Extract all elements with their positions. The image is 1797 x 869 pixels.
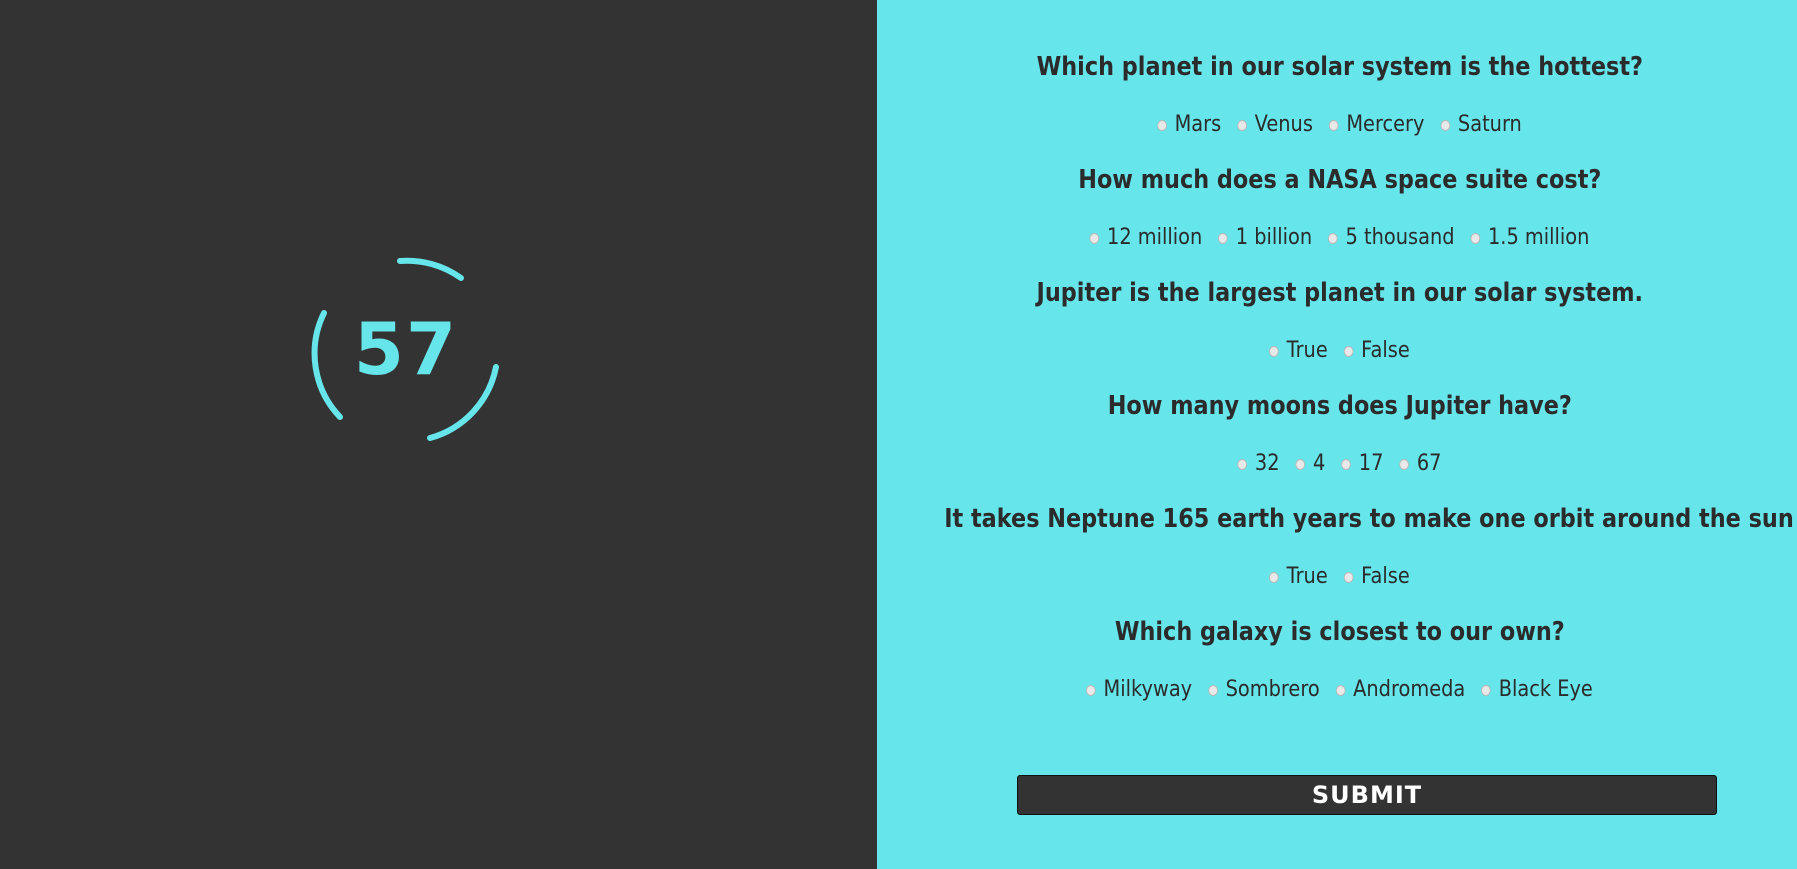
- option-label: Andromeda: [1353, 677, 1466, 702]
- option-label: True: [1286, 338, 1328, 363]
- radio-button[interactable]: [1327, 233, 1338, 244]
- radio-button[interactable]: [1218, 233, 1228, 244]
- option-label: 4: [1313, 451, 1326, 476]
- question-6: Which galaxy is closest to our own?: [1114, 617, 1565, 647]
- question-4: How many moons does Jupiter have?: [1107, 391, 1572, 421]
- option-label: 5 thousand: [1345, 225, 1455, 250]
- question-1: Which planet in our solar system is the …: [1036, 52, 1644, 82]
- radio-button[interactable]: [1341, 459, 1351, 470]
- option-label: Venus: [1254, 112, 1313, 137]
- option[interactable]: Mars: [1156, 112, 1222, 137]
- option[interactable]: 67: [1399, 451, 1441, 476]
- radio-button[interactable]: [1335, 685, 1346, 696]
- option-label: 32: [1254, 451, 1280, 476]
- option-label: Milkyway: [1103, 677, 1193, 702]
- radio-button[interactable]: [1237, 459, 1247, 470]
- option[interactable]: Mercery: [1328, 112, 1425, 137]
- option[interactable]: Black Eye: [1481, 677, 1593, 702]
- radio-button[interactable]: [1343, 346, 1354, 357]
- option[interactable]: 32: [1237, 451, 1280, 476]
- timer-value: 57: [353, 307, 459, 391]
- option-label: 17: [1358, 451, 1384, 476]
- radio-button[interactable]: [1295, 459, 1306, 470]
- option-label: Mercery: [1346, 112, 1425, 137]
- radio-button[interactable]: [1085, 685, 1096, 696]
- option-label: True: [1286, 564, 1328, 589]
- option[interactable]: True: [1269, 338, 1328, 363]
- option-label: 12 million: [1106, 225, 1203, 250]
- timer-panel: 57: [0, 0, 877, 869]
- option[interactable]: 4: [1295, 451, 1325, 476]
- option[interactable]: False: [1343, 564, 1410, 589]
- radio-button[interactable]: [1399, 459, 1409, 470]
- radio-button[interactable]: [1089, 233, 1100, 244]
- options-4: 32 4 17 67: [935, 451, 1745, 476]
- radio-button[interactable]: [1481, 685, 1491, 696]
- option[interactable]: True: [1269, 564, 1328, 589]
- option[interactable]: Venus: [1237, 112, 1313, 137]
- options-3: True False: [935, 338, 1745, 363]
- option-label: 1.5 million: [1487, 225, 1590, 250]
- option-label: 1 billion: [1235, 225, 1313, 250]
- question-2: How much does a NASA space suite cost?: [1078, 165, 1602, 195]
- option[interactable]: 1 billion: [1218, 225, 1312, 250]
- option[interactable]: Sombrero: [1207, 677, 1320, 702]
- countdown-timer: 57: [306, 253, 506, 453]
- options-1: Mars Venus Mercery Saturn: [935, 112, 1745, 137]
- option-label: Sombrero: [1225, 677, 1320, 702]
- radio-button[interactable]: [1328, 120, 1339, 131]
- option[interactable]: False: [1343, 338, 1410, 363]
- radio-button[interactable]: [1269, 572, 1279, 583]
- option-label: False: [1361, 338, 1410, 363]
- option[interactable]: 12 million: [1089, 225, 1202, 250]
- question-5: It takes Neptune 165 earth years to make…: [944, 504, 1794, 534]
- radio-button[interactable]: [1343, 572, 1354, 583]
- submit-button[interactable]: SUBMIT: [1017, 775, 1717, 815]
- option-label: Black Eye: [1498, 677, 1593, 702]
- radio-button[interactable]: [1470, 233, 1481, 244]
- option[interactable]: 1.5 million: [1470, 225, 1589, 250]
- option-label: Mars: [1174, 112, 1222, 137]
- options-2: 12 million 1 billion 5 thousand 1.5 mill…: [935, 225, 1745, 250]
- option[interactable]: 5 thousand: [1327, 225, 1455, 250]
- option[interactable]: 17: [1341, 451, 1383, 476]
- option-label: Saturn: [1457, 112, 1522, 137]
- question-3: Jupiter is the largest planet in our sol…: [1036, 278, 1644, 308]
- option[interactable]: Saturn: [1440, 112, 1522, 137]
- radio-button[interactable]: [1269, 346, 1279, 357]
- options-6: Milkyway Sombrero Andromeda Black Eye: [935, 677, 1745, 702]
- radio-button[interactable]: [1440, 120, 1451, 131]
- radio-button[interactable]: [1207, 685, 1218, 696]
- option[interactable]: Milkyway: [1085, 677, 1193, 702]
- radio-button[interactable]: [1237, 120, 1247, 131]
- option[interactable]: Andromeda: [1335, 677, 1466, 702]
- quiz-panel: Which planet in our solar system is the …: [877, 0, 1797, 869]
- option-label: 67: [1416, 451, 1442, 476]
- option-label: False: [1361, 564, 1410, 589]
- options-5: True False: [935, 564, 1745, 589]
- radio-button[interactable]: [1156, 120, 1167, 131]
- quiz-page: 57 Which planet in our solar system is t…: [0, 0, 1797, 869]
